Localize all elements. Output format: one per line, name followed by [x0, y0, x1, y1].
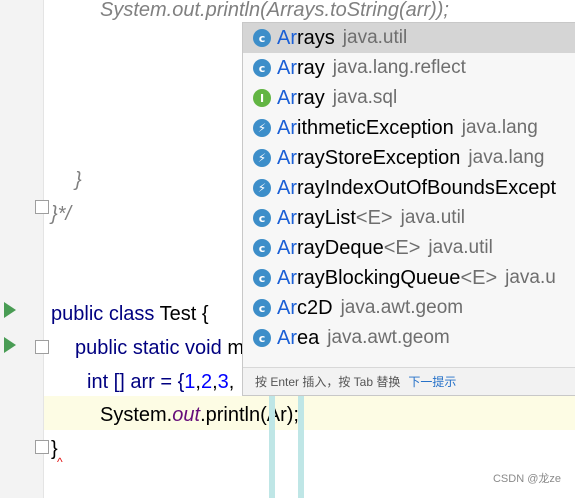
code-line-comment-brace[interactable]: } — [75, 168, 82, 192]
completion-item-name: Area — [277, 327, 319, 350]
completion-item-name: ArithmeticException — [277, 117, 454, 140]
package-name: java.util — [428, 237, 493, 258]
exception-icon: ⚡ — [253, 179, 271, 197]
name-rest: rayList — [297, 206, 356, 229]
name-rest: c2D — [297, 296, 333, 319]
match-highlight: Ar — [277, 146, 297, 169]
completion-item[interactable]: c Area java.awt.geom — [243, 323, 575, 353]
code-line-array-decl[interactable]: int [] arr = {1,2,3, — [87, 370, 234, 394]
completion-item-name: Array — [277, 57, 325, 80]
interface-icon: I — [253, 89, 271, 107]
match-highlight: Ar — [277, 266, 297, 289]
class-icon: c — [253, 209, 271, 227]
completion-item-name: ArrayBlockingQueue — [277, 267, 460, 290]
completion-item-name: ArrayIndexOutOfBoundsExcept — [277, 177, 556, 200]
completion-popup[interactable]: c Arrays java.util c Array java.lang.reflect I… — [242, 22, 575, 396]
print-suffix: .println(Ar); — [200, 404, 299, 426]
completion-item[interactable]: c Array java.lang.reflect — [243, 53, 575, 83]
match-highlight: Ar — [277, 116, 297, 139]
code-line-comment-end[interactable]: }*/ — [51, 202, 71, 226]
completion-item[interactable]: I Array java.sql — [243, 83, 575, 113]
package-name: java.u — [505, 267, 556, 288]
match-highlight: Ar — [277, 296, 297, 319]
package-name: java.sql — [332, 87, 398, 108]
completion-item-name: ArrayDeque — [277, 237, 384, 260]
array-value: 3 — [217, 371, 229, 393]
watermark: CSDN @龙ze — [492, 473, 561, 485]
package-name: java.lang — [461, 117, 538, 138]
class-icon: c — [253, 299, 271, 317]
package-name: java.awt.geom — [340, 297, 464, 318]
array-type: int [] arr = { — [87, 371, 185, 393]
fold-marker-icon[interactable] — [35, 200, 49, 214]
editor-gutter — [0, 0, 44, 498]
match-highlight: Ar — [277, 326, 297, 349]
print-field: out — [172, 404, 201, 426]
exception-icon: ⚡ — [253, 119, 271, 137]
error-marker: ^ — [57, 455, 63, 469]
class-icon: c — [253, 239, 271, 257]
completion-item-name: ArrayList — [277, 207, 356, 230]
name-rest: rayIndexOutOfBoundsExcept — [297, 176, 557, 199]
completion-item-name: ArrayStoreException — [277, 147, 460, 170]
completion-item[interactable]: c ArrayList <E> java.util — [243, 203, 575, 233]
match-highlight: Ar — [277, 206, 297, 229]
package-name: java.lang — [468, 147, 545, 168]
name-rest: rayStoreException — [297, 146, 461, 169]
code-line-method-decl[interactable]: public static void m — [75, 336, 244, 360]
name-rest: rayDeque — [297, 236, 384, 259]
footer-hint: 按 Enter 插入，按 Tab 替换 — [255, 375, 401, 389]
keyword-method-modifiers: public static void — [75, 337, 222, 359]
completion-item-name: Arrays — [277, 27, 335, 50]
class-icon: c — [253, 59, 271, 77]
package-name: java.util — [342, 27, 408, 48]
keyword-public-class: public class — [51, 303, 155, 325]
generic-param: <E> — [355, 206, 393, 229]
class-icon: c — [253, 29, 271, 47]
fold-marker-icon[interactable] — [35, 440, 49, 454]
match-highlight: Ar — [277, 236, 297, 259]
name-rest: ea — [297, 326, 320, 349]
class-icon: c — [253, 269, 271, 287]
name-rest: rays — [297, 26, 335, 49]
completion-item[interactable]: c ArrayBlockingQueue <E> java.u — [243, 263, 575, 293]
bracket-highlight — [269, 396, 275, 498]
next-tip-link[interactable]: 下一提示 — [408, 373, 456, 390]
completion-item[interactable]: c Arc2D java.awt.geom — [243, 293, 575, 323]
exception-icon: ⚡ — [253, 149, 271, 167]
code-line-comment-call[interactable]: System.out.println(Arrays.toString(arr))… — [100, 0, 449, 22]
code-line-class-decl[interactable]: public class Test { — [51, 302, 209, 326]
name-rest: ray — [297, 86, 325, 109]
completion-item-name: Array — [277, 87, 325, 110]
generic-param: <E> — [460, 266, 498, 289]
match-highlight: Ar — [277, 56, 297, 79]
completion-item[interactable]: c Arrays java.util — [243, 23, 575, 53]
array-value: 1 — [184, 371, 196, 393]
array-comma: , — [228, 371, 235, 393]
match-highlight: Ar — [277, 176, 297, 199]
name-rest: ithmeticException — [297, 116, 454, 139]
completion-item[interactable]: ⚡ ArrayIndexOutOfBoundsExcept — [243, 173, 575, 203]
bracket-highlight — [298, 396, 304, 498]
class-name: Test { — [159, 303, 209, 325]
class-icon: c — [253, 329, 271, 347]
completion-item[interactable]: c ArrayDeque <E> java.util — [243, 233, 575, 263]
completion-item[interactable]: ⚡ ArrayStoreException java.lang — [243, 143, 575, 173]
match-highlight: Ar — [277, 26, 297, 49]
name-rest: rayBlockingQueue — [297, 266, 461, 289]
run-method-icon[interactable] — [4, 337, 16, 353]
run-class-icon[interactable] — [4, 302, 16, 318]
completion-item-name: Arc2D — [277, 297, 333, 320]
completion-item[interactable]: ⚡ ArithmeticException java.lang — [243, 113, 575, 143]
print-prefix: System. — [100, 404, 173, 426]
package-name: java.lang.reflect — [332, 57, 466, 78]
package-name: java.awt.geom — [327, 327, 450, 348]
name-rest: ray — [297, 56, 325, 79]
array-value: 2 — [200, 371, 213, 393]
completion-footer: 按 Enter 插入，按 Tab 替换 下一提示 — [243, 367, 575, 395]
fold-marker-icon[interactable] — [35, 340, 49, 354]
match-highlight: Ar — [277, 86, 297, 109]
package-name: java.util — [400, 207, 466, 228]
generic-param: <E> — [383, 236, 421, 259]
